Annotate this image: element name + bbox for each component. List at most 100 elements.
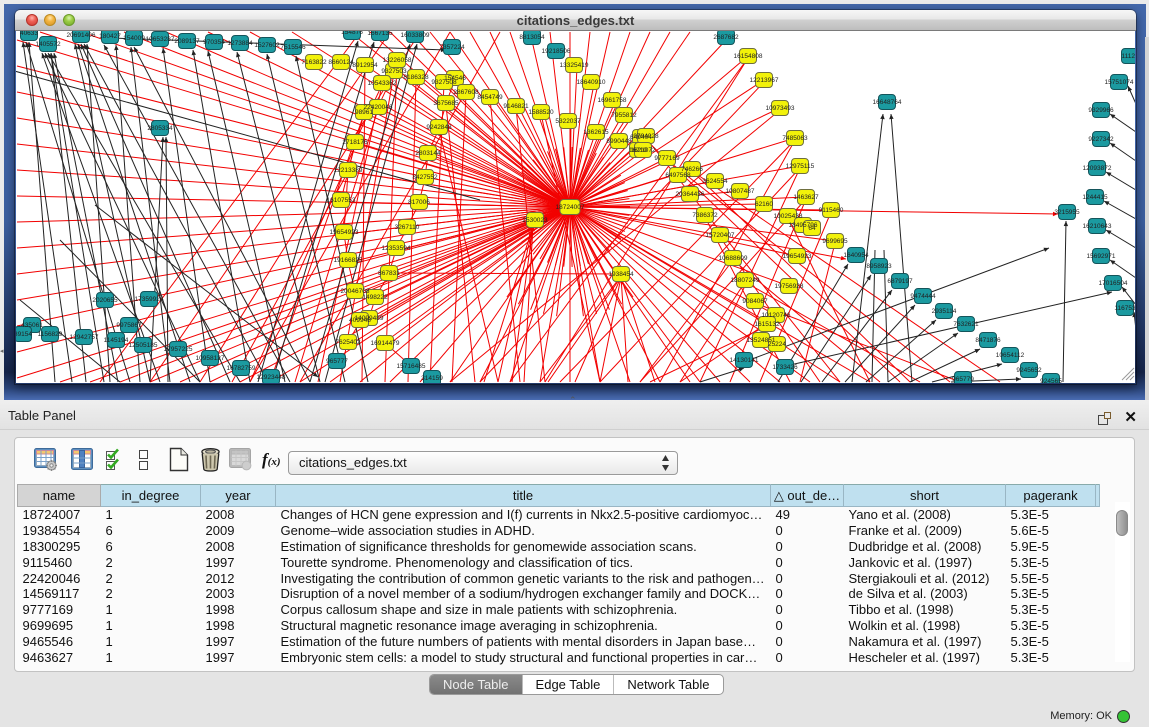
svg-text:1405572: 1405572 (35, 41, 61, 48)
svg-text:17359924: 17359924 (135, 296, 164, 303)
svg-text:1145194: 1145194 (104, 337, 129, 344)
svg-text:116753: 116753 (1114, 305, 1135, 312)
svg-text:10688609: 10688609 (719, 255, 748, 262)
svg-text:18640910: 18640910 (577, 79, 606, 86)
svg-text:435061: 435061 (21, 322, 43, 329)
svg-text:1621072: 1621072 (630, 147, 656, 154)
svg-text:15692971: 15692971 (1087, 253, 1116, 260)
svg-text:7955812: 7955812 (611, 112, 637, 119)
svg-text:9794028: 9794028 (633, 133, 659, 140)
svg-text:10120746: 10120746 (762, 312, 791, 319)
svg-text:314159: 314159 (421, 375, 443, 382)
svg-text:19654923: 19654923 (783, 253, 812, 260)
svg-text:11123: 11123 (1121, 53, 1135, 60)
svg-text:9474444: 9474444 (910, 293, 936, 300)
svg-text:3267110: 3267110 (395, 224, 420, 231)
svg-text:7357224: 7357224 (439, 44, 465, 51)
svg-text:10973493: 10973493 (766, 105, 795, 112)
svg-text:12505185: 12505185 (129, 342, 158, 349)
svg-text:8990448: 8990448 (606, 138, 632, 145)
svg-text:867831: 867831 (378, 270, 400, 277)
svg-text:2935114: 2935114 (932, 308, 957, 315)
svg-text:8660124: 8660124 (328, 59, 354, 66)
svg-text:8471876: 8471876 (975, 337, 1001, 344)
svg-text:64: 64 (808, 225, 816, 232)
svg-text:16914479: 16914479 (371, 340, 400, 347)
svg-text:16782759: 16782759 (227, 365, 256, 372)
svg-text:1527602: 1527602 (254, 42, 280, 49)
svg-text:8958923: 8958923 (866, 263, 892, 270)
svg-text:2805334: 2805334 (147, 125, 173, 132)
svg-text:19756928: 19756928 (775, 283, 804, 290)
svg-text:10807487: 10807487 (726, 188, 755, 195)
svg-text:7625402: 7625402 (335, 339, 361, 346)
svg-text:7515546: 7515546 (280, 44, 306, 51)
svg-text:19218506: 19218506 (542, 48, 571, 55)
svg-text:965779: 965779 (952, 376, 974, 383)
svg-text:12093872: 12093872 (1083, 165, 1112, 172)
svg-text:13226058: 13226058 (383, 57, 412, 64)
svg-text:12923448: 12923448 (257, 374, 286, 381)
svg-text:12353594: 12353594 (382, 245, 411, 252)
svg-text:7632621: 7632621 (953, 321, 979, 328)
svg-text:8813054: 8813054 (519, 34, 545, 41)
svg-text:62160: 62160 (755, 201, 773, 208)
svg-text:20364436: 20364436 (676, 191, 705, 198)
svg-text:8186328: 8186328 (403, 74, 429, 81)
svg-text:15716485: 15716485 (397, 363, 426, 370)
svg-text:8454749: 8454749 (477, 94, 503, 101)
svg-text:10958127: 10958127 (196, 355, 225, 362)
svg-text:16648764: 16648764 (873, 99, 902, 106)
svg-text:12975115: 12975115 (786, 163, 815, 170)
svg-text:9242848: 9242848 (426, 124, 452, 131)
svg-text:1667135: 1667135 (367, 31, 393, 37)
svg-text:180427: 180427 (99, 33, 121, 40)
svg-text:970354: 970354 (203, 39, 225, 46)
svg-text:2687682: 2687682 (713, 34, 739, 41)
svg-text:6497568: 6497568 (665, 172, 691, 179)
svg-text:3675685: 3675685 (433, 100, 459, 107)
svg-text:2089137: 2089137 (174, 38, 200, 45)
svg-text:5322037: 5322037 (555, 118, 581, 125)
svg-text:6879197: 6879197 (887, 278, 913, 285)
svg-text:7485063: 7485063 (782, 135, 808, 142)
svg-text:16033809: 16033809 (401, 32, 430, 39)
svg-text:10654112: 10654112 (996, 352, 1025, 359)
svg-text:1156829: 1156829 (38, 331, 63, 338)
svg-text:2803144: 2803144 (415, 150, 441, 157)
svg-text:12213389: 12213389 (334, 167, 363, 174)
svg-text:1640954: 1640954 (843, 252, 869, 259)
svg-text:9115460: 9115460 (819, 207, 844, 214)
svg-text:9146821: 9146821 (503, 103, 529, 110)
svg-text:2867608: 2867608 (453, 89, 479, 96)
svg-text:154009: 154009 (123, 35, 145, 42)
svg-text:16210643: 16210643 (1083, 223, 1112, 230)
svg-text:9777169: 9777169 (654, 155, 680, 162)
svg-text:17016504: 17016504 (1099, 280, 1128, 287)
svg-text:20691406: 20691406 (67, 32, 96, 39)
svg-text:10025438: 10025438 (774, 213, 803, 220)
svg-text:15720407: 15720407 (706, 232, 735, 239)
svg-text:1733426: 1733426 (772, 364, 798, 371)
svg-text:9245652: 9245652 (1016, 367, 1042, 374)
svg-text:2718176: 2718176 (342, 139, 368, 146)
svg-text:9699695: 9699695 (822, 238, 848, 245)
svg-text:9327508: 9327508 (431, 79, 457, 86)
svg-text:1362615: 1362615 (583, 129, 609, 136)
svg-text:12213967: 12213967 (750, 77, 779, 84)
svg-text:9084067: 9084067 (742, 298, 768, 305)
svg-text:12942757: 12942757 (70, 334, 99, 341)
svg-text:25224: 25224 (768, 341, 786, 348)
svg-text:1938454: 1938454 (608, 271, 634, 278)
svg-text:2530023: 2530023 (522, 217, 548, 224)
svg-text:1463627: 1463627 (793, 194, 819, 201)
svg-text:9975867: 9975867 (116, 322, 142, 329)
svg-text:39154: 39154 (16, 331, 32, 338)
svg-text:817006: 817006 (408, 199, 430, 206)
svg-text:9329966: 9329966 (1088, 107, 1114, 114)
svg-text:10653287: 10653287 (146, 36, 175, 43)
svg-text:40633: 40633 (20, 31, 38, 37)
svg-text:17957225: 17957225 (164, 346, 193, 353)
svg-text:18807249: 18807249 (731, 277, 760, 284)
svg-text:1615132: 1615132 (754, 321, 780, 328)
